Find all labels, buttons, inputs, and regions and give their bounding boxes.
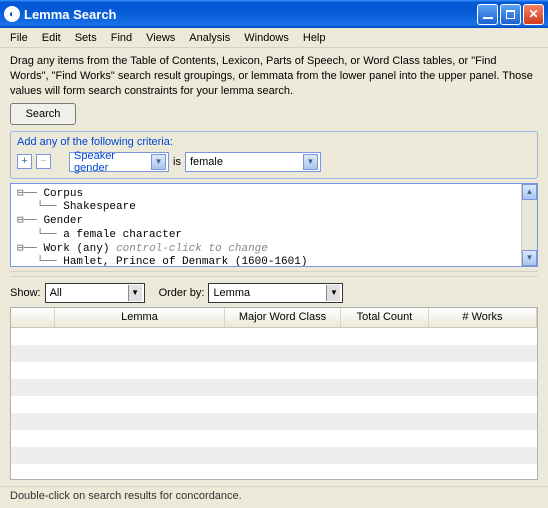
order-label: Order by: bbox=[159, 287, 205, 299]
table-body bbox=[11, 328, 537, 479]
splitter[interactable] bbox=[10, 271, 538, 277]
criterion-operator: is bbox=[173, 156, 181, 168]
table-row[interactable] bbox=[11, 447, 537, 464]
column-blank[interactable] bbox=[11, 308, 55, 327]
show-label: Show: bbox=[10, 287, 41, 299]
table-header: Lemma Major Word Class Total Count # Wor… bbox=[11, 308, 537, 328]
menu-views[interactable]: Views bbox=[140, 30, 181, 46]
tree-node[interactable]: ⊟── Corpus bbox=[17, 188, 515, 202]
minimize-button[interactable] bbox=[477, 4, 498, 25]
order-value: Lemma bbox=[213, 287, 250, 299]
remove-criterion-button[interactable]: − bbox=[36, 154, 51, 169]
criterion-value: female bbox=[190, 156, 223, 168]
tree-node[interactable]: └── Shakespeare bbox=[17, 201, 515, 215]
chevron-down-icon: ▼ bbox=[303, 154, 318, 170]
search-button[interactable]: Search bbox=[10, 103, 76, 125]
status-text: Double-click on search results for conco… bbox=[10, 490, 242, 502]
maximize-button[interactable] bbox=[500, 4, 521, 25]
add-criterion-button[interactable]: + bbox=[17, 154, 32, 169]
table-row[interactable] bbox=[11, 396, 537, 413]
scroll-up-button[interactable]: ▲ bbox=[522, 184, 537, 200]
criterion-field-value: Speaker gender bbox=[74, 150, 151, 174]
criteria-header: Add any of the following criteria: bbox=[17, 136, 531, 148]
close-button[interactable]: ✕ bbox=[523, 4, 544, 25]
tree-node[interactable]: └── a female character bbox=[17, 229, 515, 243]
menu-file[interactable]: File bbox=[4, 30, 34, 46]
app-icon: ◐ bbox=[4, 6, 20, 22]
instructions-text: Drag any items from the Table of Content… bbox=[10, 54, 538, 99]
tree-node[interactable]: ⊟── Gender bbox=[17, 215, 515, 229]
menu-bar: File Edit Sets Find Views Analysis Windo… bbox=[0, 28, 548, 48]
menu-help[interactable]: Help bbox=[297, 30, 332, 46]
menu-edit[interactable]: Edit bbox=[36, 30, 67, 46]
tree-node[interactable]: └── Hamlet, Prince of Denmark (1600-1601… bbox=[17, 256, 515, 265]
constraints-tree: ⊟── Corpus └── Shakespeare⊟── Gender └──… bbox=[10, 183, 538, 267]
menu-sets[interactable]: Sets bbox=[69, 30, 103, 46]
chevron-down-icon: ▼ bbox=[151, 154, 166, 170]
title-bar: ◐ Lemma Search ✕ bbox=[0, 0, 548, 28]
menu-analysis[interactable]: Analysis bbox=[183, 30, 236, 46]
table-row[interactable] bbox=[11, 345, 537, 362]
menu-windows[interactable]: Windows bbox=[238, 30, 295, 46]
criteria-panel: Add any of the following criteria: + − S… bbox=[10, 131, 538, 179]
chevron-down-icon: ▼ bbox=[326, 285, 340, 301]
scroll-down-button[interactable]: ▼ bbox=[522, 250, 537, 266]
table-row[interactable] bbox=[11, 362, 537, 379]
table-row[interactable] bbox=[11, 430, 537, 447]
table-row[interactable] bbox=[11, 328, 537, 345]
criterion-field-select[interactable]: Speaker gender ▼ bbox=[69, 152, 169, 172]
order-select[interactable]: Lemma ▼ bbox=[208, 283, 343, 303]
status-bar: Double-click on search results for conco… bbox=[0, 486, 548, 508]
column-total-count[interactable]: Total Count bbox=[341, 308, 429, 327]
column-word-class[interactable]: Major Word Class bbox=[225, 308, 341, 327]
show-select[interactable]: All ▼ bbox=[45, 283, 145, 303]
table-row[interactable] bbox=[11, 379, 537, 396]
results-table: Lemma Major Word Class Total Count # Wor… bbox=[10, 307, 538, 480]
table-row[interactable] bbox=[11, 413, 537, 430]
window-title: Lemma Search bbox=[24, 7, 477, 22]
column-works[interactable]: # Works bbox=[429, 308, 537, 327]
tree-node[interactable]: ⊟── Work (any) control-click to change bbox=[17, 243, 515, 257]
column-lemma[interactable]: Lemma bbox=[55, 308, 225, 327]
tree-scrollbar[interactable]: ▲ ▼ bbox=[521, 184, 537, 266]
criterion-value-select[interactable]: female ▼ bbox=[185, 152, 321, 172]
window-buttons: ✕ bbox=[477, 4, 544, 25]
menu-find[interactable]: Find bbox=[105, 30, 138, 46]
chevron-down-icon: ▼ bbox=[128, 285, 142, 301]
show-value: All bbox=[50, 287, 62, 299]
